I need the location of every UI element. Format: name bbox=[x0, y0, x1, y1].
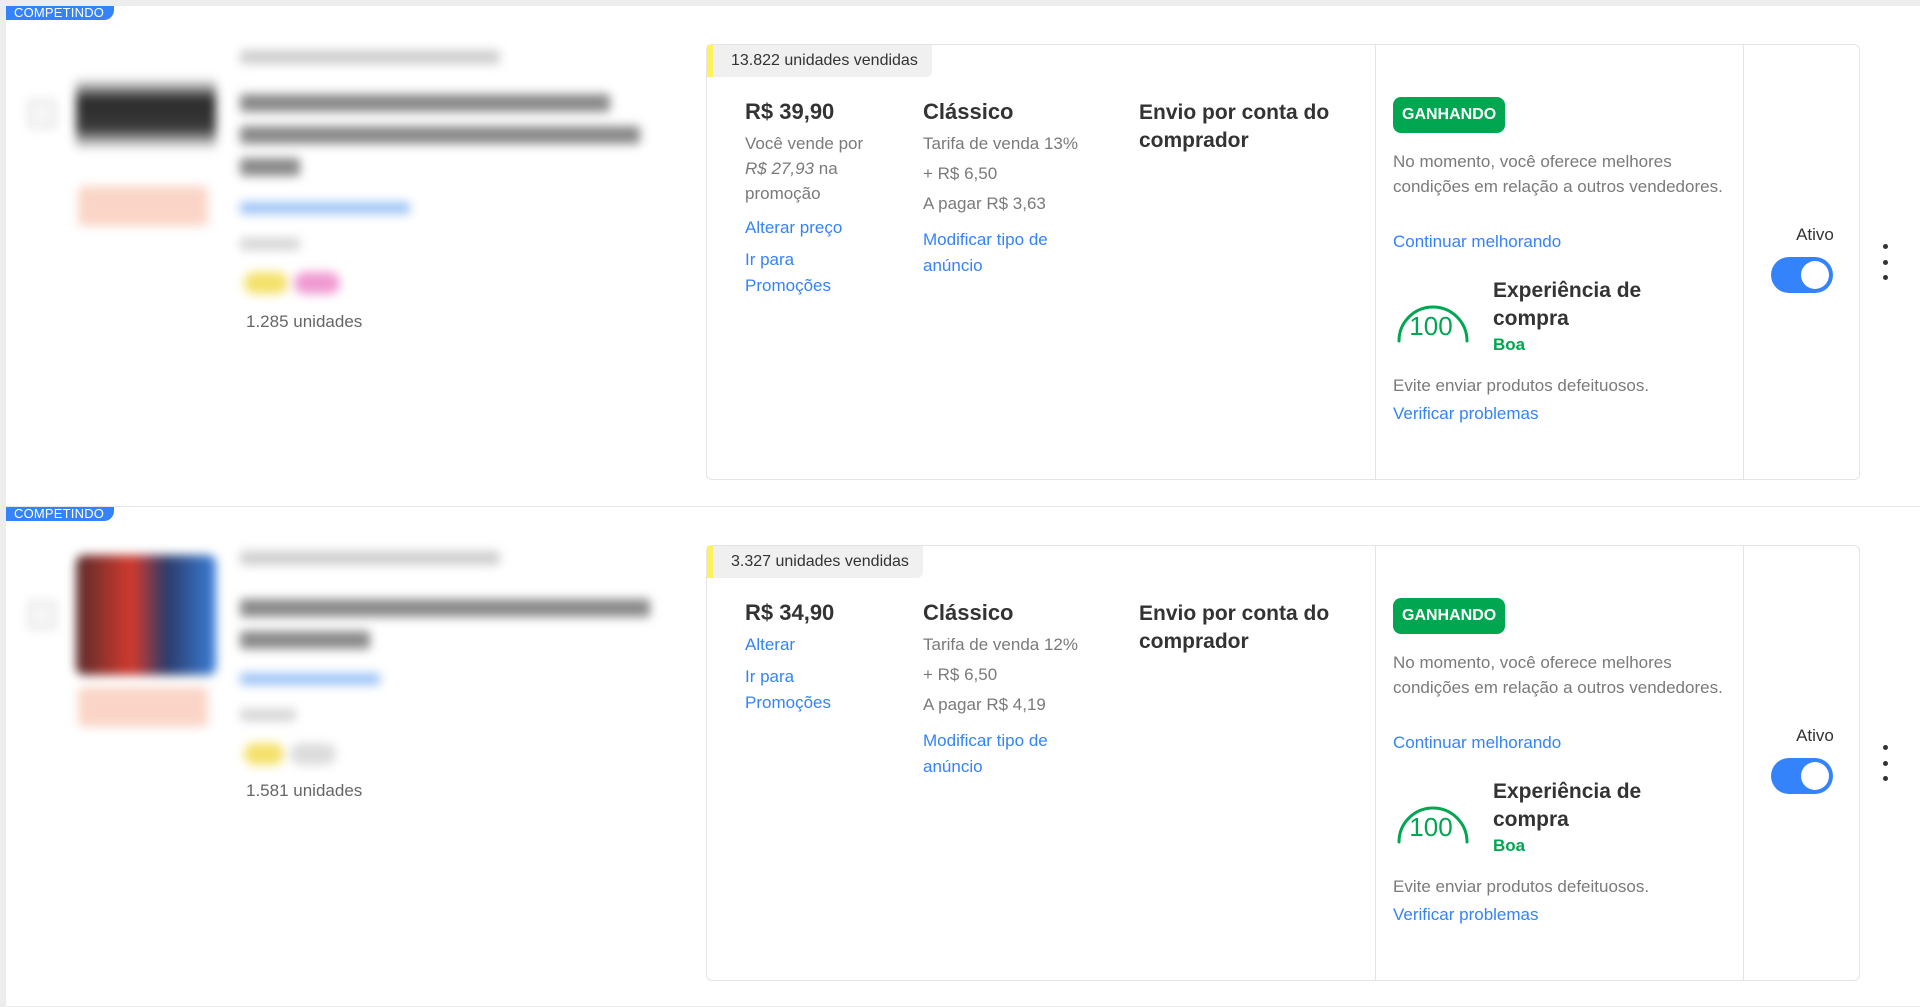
experience-grade: Boa bbox=[1493, 335, 1526, 354]
sale-fee: Tarifa de venda 12% bbox=[923, 635, 1078, 654]
amount-to-pay: A pagar R$ 3,63 bbox=[923, 194, 1046, 213]
kebab-menu-icon[interactable] bbox=[1878, 244, 1892, 280]
price-note: Você vende por R$ 27,93 na promoção bbox=[745, 131, 895, 206]
column-divider bbox=[1743, 546, 1744, 980]
state-label: Ativo bbox=[1796, 225, 1834, 244]
select-checkbox[interactable] bbox=[28, 100, 56, 128]
available-units: 1.285 unidades bbox=[246, 312, 363, 331]
column-divider bbox=[1375, 45, 1376, 479]
experience-description: Evite enviar produtos defeituosos. bbox=[1393, 376, 1650, 395]
score-gauge-icon: 100 bbox=[1393, 798, 1473, 848]
experience-title: Experiência de compra bbox=[1493, 780, 1642, 831]
quality-pill bbox=[290, 743, 336, 765]
product-meta bbox=[240, 238, 300, 250]
keep-improving-link[interactable]: Continuar melhorando bbox=[1393, 229, 1561, 255]
status-description: No momento, você oferece melhores condiç… bbox=[1393, 152, 1723, 196]
status-badge: GANHANDO bbox=[1393, 598, 1506, 634]
shipping-info: Envio por conta do comprador bbox=[1139, 602, 1330, 653]
product-sku bbox=[240, 50, 500, 64]
kebab-menu-icon[interactable] bbox=[1878, 745, 1892, 781]
product-info: 1.285 unidades bbox=[6, 6, 696, 506]
listing-row: COMPETINDO 1.581 unidades 3.327 unidades… bbox=[6, 506, 1920, 1006]
sold-units-badge: 13.822 unidades vendidas bbox=[707, 45, 932, 77]
experience-description: Evite enviar produtos defeituosos. bbox=[1393, 877, 1650, 896]
experience-grade: Boa bbox=[1493, 836, 1526, 855]
score-gauge-icon: 100 bbox=[1393, 297, 1473, 347]
toggle-knob bbox=[1801, 261, 1829, 289]
product-title-line-2 bbox=[240, 126, 640, 144]
quality-pill bbox=[244, 272, 288, 294]
price-note-prefix: Você vende por bbox=[745, 134, 864, 153]
change-price-link[interactable]: Alterar preço bbox=[745, 215, 842, 241]
state-label: Ativo bbox=[1796, 726, 1834, 745]
column-divider bbox=[1743, 45, 1744, 479]
promotions-link[interactable]: Ir para Promoções bbox=[745, 247, 855, 299]
product-meta bbox=[240, 709, 296, 721]
fixed-fee: + R$ 6,50 bbox=[923, 164, 998, 183]
listings-page: COMPETINDO 1.285 unidades 13.822 unidade… bbox=[6, 6, 1920, 1006]
modify-type-link[interactable]: Modificar tipo de anúncio bbox=[923, 728, 1073, 780]
active-toggle[interactable] bbox=[1771, 758, 1833, 794]
keep-improving-link[interactable]: Continuar melhorando bbox=[1393, 730, 1561, 756]
product-info: 1.581 unidades bbox=[6, 507, 696, 1007]
select-checkbox[interactable] bbox=[28, 601, 56, 629]
experience-score: 100 bbox=[1409, 311, 1453, 341]
product-link[interactable] bbox=[240, 202, 410, 214]
experience-score: 100 bbox=[1409, 812, 1453, 842]
product-link[interactable] bbox=[240, 673, 380, 685]
product-thumbnail[interactable] bbox=[76, 54, 216, 174]
check-problems-link[interactable]: Verificar problemas bbox=[1393, 401, 1539, 427]
modify-type-link[interactable]: Modificar tipo de anúncio bbox=[923, 227, 1073, 279]
status-description: No momento, você oferece melhores condiç… bbox=[1393, 653, 1723, 697]
fixed-fee: + R$ 6,50 bbox=[923, 665, 998, 684]
toggle-knob bbox=[1801, 762, 1829, 790]
product-title[interactable] bbox=[240, 94, 610, 112]
sale-fee: Tarifa de venda 13% bbox=[923, 134, 1078, 153]
promo-tag bbox=[78, 687, 208, 727]
product-title-line-2 bbox=[240, 631, 370, 649]
listing-card: 13.822 unidades vendidas R$ 39,90 Você v… bbox=[706, 44, 1860, 480]
active-toggle[interactable] bbox=[1771, 257, 1833, 293]
listing-type: Clássico bbox=[923, 99, 1014, 124]
amount-to-pay: A pagar R$ 4,19 bbox=[923, 695, 1046, 714]
column-divider bbox=[1375, 546, 1376, 980]
available-units: 1.581 unidades bbox=[246, 781, 363, 800]
product-title-line-3 bbox=[240, 158, 300, 176]
promo-price: R$ 27,93 bbox=[745, 159, 814, 178]
listing-card: 3.327 unidades vendidas R$ 34,90 Alterar… bbox=[706, 545, 1860, 981]
status-badge: GANHANDO bbox=[1393, 97, 1506, 133]
quality-pill bbox=[244, 743, 284, 765]
product-title[interactable] bbox=[240, 599, 650, 617]
listing-type: Clássico bbox=[923, 600, 1014, 625]
price: R$ 34,90 bbox=[745, 600, 835, 625]
sold-units-badge: 3.327 unidades vendidas bbox=[707, 546, 923, 578]
check-problems-link[interactable]: Verificar problemas bbox=[1393, 902, 1539, 928]
experience-title: Experiência de compra bbox=[1493, 279, 1642, 330]
promo-tag bbox=[78, 186, 208, 226]
listing-row: COMPETINDO 1.285 unidades 13.822 unidade… bbox=[6, 6, 1920, 506]
quality-pill bbox=[294, 272, 340, 294]
product-sku bbox=[240, 551, 500, 565]
price: R$ 39,90 bbox=[745, 99, 835, 124]
product-thumbnail[interactable] bbox=[76, 555, 216, 675]
shipping-info: Envio por conta do comprador bbox=[1139, 101, 1330, 152]
change-price-link[interactable]: Alterar bbox=[745, 632, 795, 658]
promotions-link[interactable]: Ir para Promoções bbox=[745, 664, 855, 716]
